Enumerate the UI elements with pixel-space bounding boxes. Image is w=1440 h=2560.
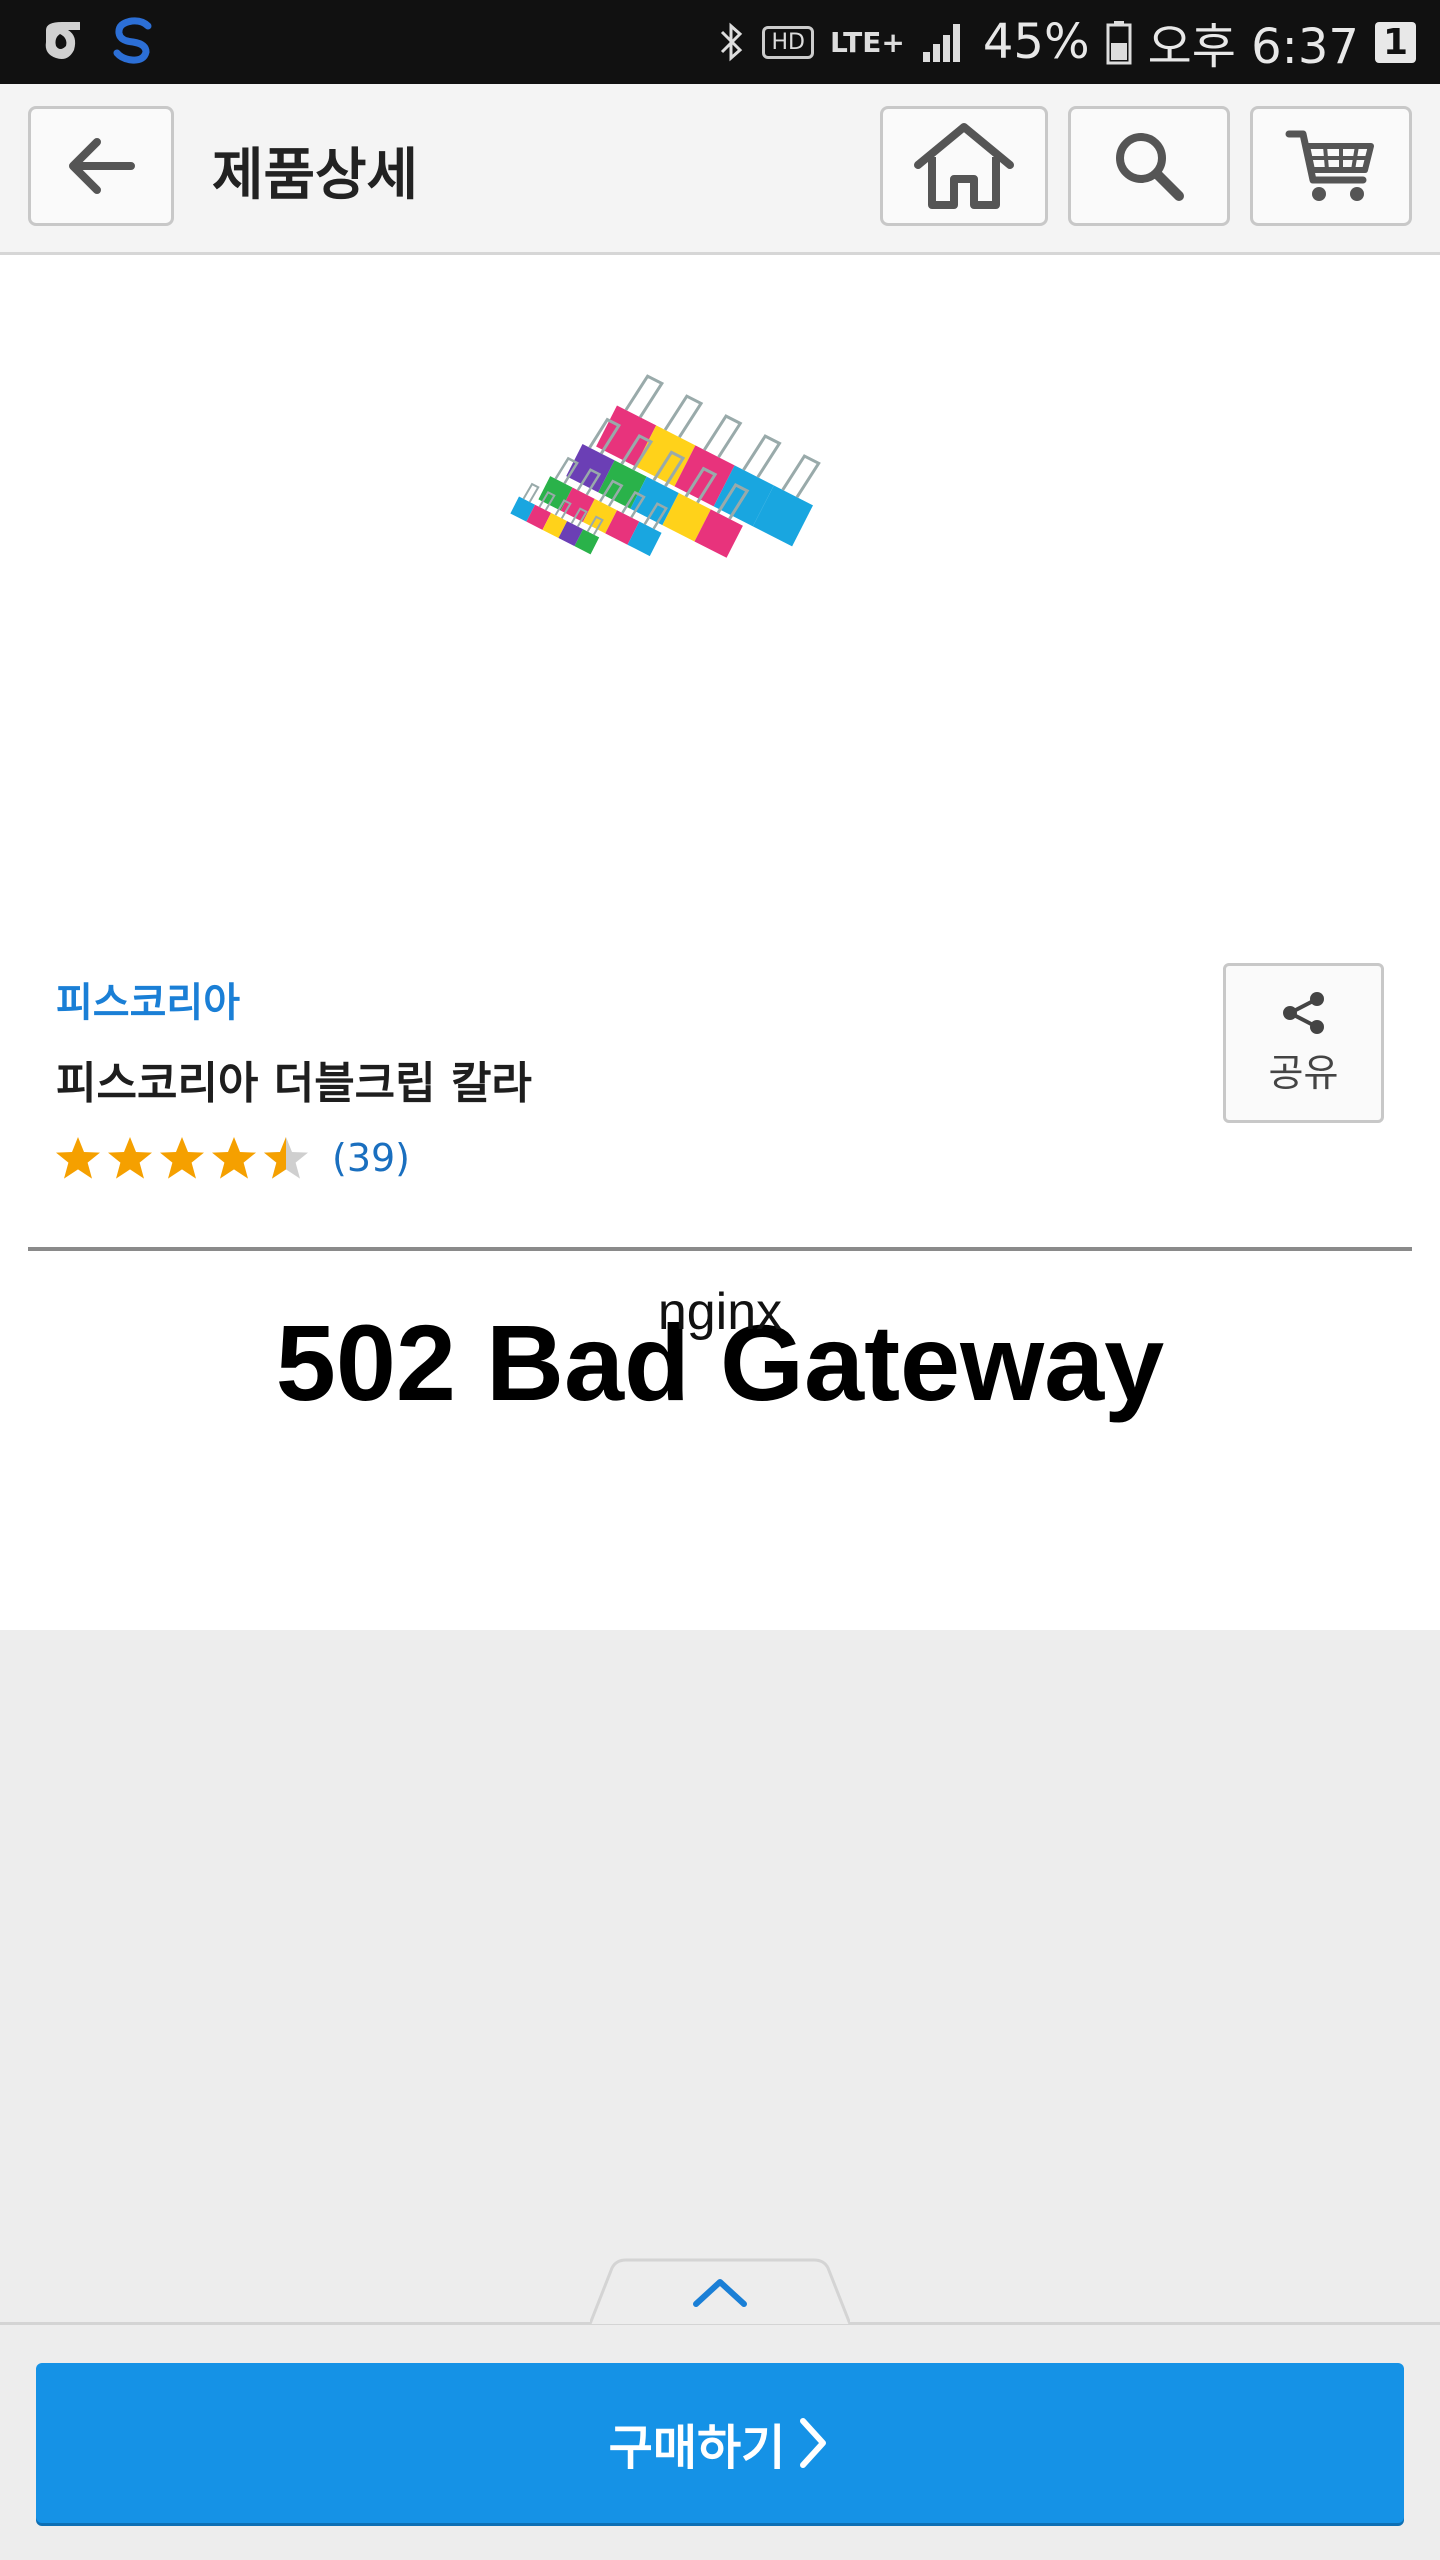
buy-label: 구매하기 bbox=[608, 2420, 786, 2476]
share-icon bbox=[1282, 991, 1324, 1034]
product-name: 피스코리아 더블크립 칼라 bbox=[56, 1058, 532, 1109]
bluetooth-icon bbox=[721, 22, 743, 62]
half-star-icon bbox=[264, 1137, 308, 1179]
signal-icon bbox=[922, 24, 960, 62]
binder-clips-image bbox=[510, 374, 821, 558]
page-title: 제품상세 bbox=[212, 143, 419, 208]
app-toolbar: 제품상세 bbox=[0, 84, 1440, 255]
review-count[interactable]: (39) bbox=[332, 1136, 410, 1180]
divider bbox=[28, 1247, 1412, 1251]
system-status: HD LTE+ 45% 오후 6:37 1 bbox=[718, 0, 1416, 84]
arrow-left-icon bbox=[69, 138, 135, 194]
cart-button[interactable] bbox=[1250, 106, 1412, 226]
star-icon bbox=[212, 1137, 256, 1179]
error-server-name: nginx bbox=[657, 1283, 783, 1341]
search-button[interactable] bbox=[1068, 106, 1230, 226]
back-button[interactable] bbox=[28, 106, 174, 226]
chevron-right-icon bbox=[800, 2418, 827, 2468]
network-type: LTE+ bbox=[829, 25, 905, 59]
product-detail-content: 피스코리아 피스코리아 더블크립 칼라 (39) 공유 502 Bad Gate… bbox=[0, 255, 1440, 1630]
share-button[interactable]: 공유 bbox=[1223, 963, 1384, 1123]
s-app-notification-icon bbox=[113, 17, 152, 64]
home-button[interactable] bbox=[880, 106, 1048, 226]
rating[interactable]: (39) bbox=[54, 1135, 410, 1181]
hd-indicator: HD bbox=[762, 25, 814, 59]
battery-percent: 45% bbox=[982, 14, 1090, 70]
battery-icon bbox=[1106, 21, 1132, 65]
notification-icons bbox=[38, 10, 158, 70]
status-bar: HD LTE+ 45% 오후 6:37 1 bbox=[0, 0, 1440, 84]
home-icon bbox=[914, 123, 1014, 209]
share-label: 공유 bbox=[1268, 1050, 1339, 1095]
star-icon bbox=[160, 1137, 204, 1179]
notification-count-badge: 1 bbox=[1374, 21, 1416, 63]
product-image[interactable] bbox=[405, 265, 1035, 895]
cart-icon bbox=[1285, 130, 1374, 201]
clock: 오후 6:37 bbox=[1147, 19, 1359, 75]
brand-link[interactable]: 피스코리아 bbox=[56, 970, 240, 1028]
star-icon bbox=[108, 1137, 152, 1179]
search-icon bbox=[1116, 133, 1184, 201]
star-icon bbox=[56, 1137, 100, 1179]
expand-tab[interactable] bbox=[588, 2258, 852, 2328]
buy-button[interactable]: 구매하기 bbox=[36, 2363, 1404, 2523]
chevron-up-icon bbox=[693, 2279, 747, 2307]
app-notification-icon bbox=[45, 22, 80, 59]
